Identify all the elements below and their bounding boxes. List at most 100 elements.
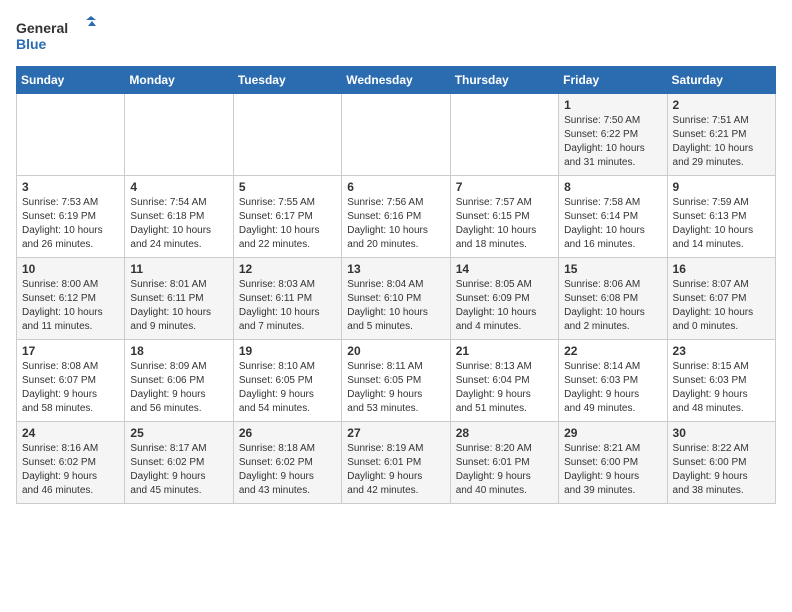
day-number: 8 (564, 180, 661, 194)
day-number: 16 (673, 262, 770, 276)
cell-info: Sunrise: 7:57 AM Sunset: 6:15 PM Dayligh… (456, 196, 553, 252)
calendar-cell (17, 94, 125, 176)
calendar-week-row: 3 Sunrise: 7:53 AM Sunset: 6:19 PM Daylig… (17, 176, 776, 258)
cell-info: Sunrise: 8:20 AM Sunset: 6:01 PM Dayligh… (456, 442, 553, 498)
calendar-week-row: 10 Sunrise: 8:00 AM Sunset: 6:12 PM Dayli… (17, 258, 776, 340)
col-header-thursday: Thursday (450, 67, 558, 94)
calendar-cell: 27Sunrise: 8:19 AM Sunset: 6:01 PM Dayli… (342, 422, 450, 504)
day-number: 12 (239, 262, 336, 276)
page-header: General Blue (16, 16, 776, 58)
calendar-cell (342, 94, 450, 176)
calendar-cell: 13 Sunrise: 8:04 AM Sunset: 6:10 PM Dayli… (342, 258, 450, 340)
calendar-cell: 28 Sunrise: 8:20 AM Sunset: 6:01 PM Dayli… (450, 422, 558, 504)
day-number: 24 (22, 426, 119, 440)
cell-info: Sunrise: 8:08 AM Sunset: 6:07 PM Dayligh… (22, 360, 119, 416)
calendar-cell: 4 Sunrise: 7:54 AM Sunset: 6:18 PM Daylig… (125, 176, 233, 258)
calendar-cell: 29 Sunrise: 8:21 AM Sunset: 6:00 PM Dayli… (559, 422, 667, 504)
calendar-cell: 24 Sunrise: 8:16 AM Sunset: 6:02 PM Dayli… (17, 422, 125, 504)
calendar-table: SundayMondayTuesdayWednesdayThursdayFrid… (16, 66, 776, 504)
cell-info: Sunrise: 8:14 AM Sunset: 6:03 PM Dayligh… (564, 360, 661, 416)
cell-info: Sunrise: 8:00 AM Sunset: 6:12 PM Dayligh… (22, 278, 119, 334)
day-number: 25 (130, 426, 227, 440)
day-number: 27 (347, 426, 444, 440)
day-number: 23 (673, 344, 770, 358)
calendar-cell (233, 94, 341, 176)
cell-info: Sunrise: 7:55 AM Sunset: 6:17 PM Dayligh… (239, 196, 336, 252)
calendar-cell: 19 Sunrise: 8:10 AM Sunset: 6:05 PM Dayli… (233, 340, 341, 422)
calendar-cell: 30Sunrise: 8:22 AM Sunset: 6:00 PM Dayli… (667, 422, 775, 504)
calendar-cell: 2 Sunrise: 7:51 AM Sunset: 6:21 PM Daylig… (667, 94, 775, 176)
cell-info: Sunrise: 7:50 AM Sunset: 6:22 PM Dayligh… (564, 114, 661, 170)
day-number: 26 (239, 426, 336, 440)
calendar-cell: 20 Sunrise: 8:11 AM Sunset: 6:05 PM Dayli… (342, 340, 450, 422)
cell-info: Sunrise: 8:21 AM Sunset: 6:00 PM Dayligh… (564, 442, 661, 498)
calendar-cell: 18Sunrise: 8:09 AM Sunset: 6:06 PM Dayli… (125, 340, 233, 422)
day-number: 9 (673, 180, 770, 194)
col-header-friday: Friday (559, 67, 667, 94)
cell-info: Sunrise: 8:03 AM Sunset: 6:11 PM Dayligh… (239, 278, 336, 334)
cell-info: Sunrise: 7:58 AM Sunset: 6:14 PM Dayligh… (564, 196, 661, 252)
cell-info: Sunrise: 8:15 AM Sunset: 6:03 PM Dayligh… (673, 360, 770, 416)
day-number: 11 (130, 262, 227, 276)
day-number: 21 (456, 344, 553, 358)
day-number: 4 (130, 180, 227, 194)
cell-info: Sunrise: 8:18 AM Sunset: 6:02 PM Dayligh… (239, 442, 336, 498)
svg-text:Blue: Blue (16, 36, 47, 52)
day-number: 2 (673, 98, 770, 112)
col-header-wednesday: Wednesday (342, 67, 450, 94)
calendar-cell: 6Sunrise: 7:56 AM Sunset: 6:16 PM Daylig… (342, 176, 450, 258)
calendar-cell: 16 Sunrise: 8:07 AM Sunset: 6:07 PM Dayli… (667, 258, 775, 340)
calendar-cell: 22 Sunrise: 8:14 AM Sunset: 6:03 PM Dayli… (559, 340, 667, 422)
day-number: 20 (347, 344, 444, 358)
cell-info: Sunrise: 8:17 AM Sunset: 6:02 PM Dayligh… (130, 442, 227, 498)
calendar-cell: 17 Sunrise: 8:08 AM Sunset: 6:07 PM Dayli… (17, 340, 125, 422)
calendar-cell: 23 Sunrise: 8:15 AM Sunset: 6:03 PM Dayli… (667, 340, 775, 422)
cell-info: Sunrise: 8:11 AM Sunset: 6:05 PM Dayligh… (347, 360, 444, 416)
calendar-cell: 3 Sunrise: 7:53 AM Sunset: 6:19 PM Daylig… (17, 176, 125, 258)
day-number: 19 (239, 344, 336, 358)
cell-info: Sunrise: 7:59 AM Sunset: 6:13 PM Dayligh… (673, 196, 770, 252)
calendar-cell: 5 Sunrise: 7:55 AM Sunset: 6:17 PM Daylig… (233, 176, 341, 258)
day-number: 28 (456, 426, 553, 440)
day-number: 13 (347, 262, 444, 276)
day-number: 29 (564, 426, 661, 440)
day-number: 22 (564, 344, 661, 358)
calendar-week-row: 24 Sunrise: 8:16 AM Sunset: 6:02 PM Dayli… (17, 422, 776, 504)
calendar-cell: 12 Sunrise: 8:03 AM Sunset: 6:11 PM Dayli… (233, 258, 341, 340)
calendar-week-row: 1 Sunrise: 7:50 AM Sunset: 6:22 PM Daylig… (17, 94, 776, 176)
cell-info: Sunrise: 8:10 AM Sunset: 6:05 PM Dayligh… (239, 360, 336, 416)
calendar-cell: 25 Sunrise: 8:17 AM Sunset: 6:02 PM Dayli… (125, 422, 233, 504)
calendar-cell (450, 94, 558, 176)
cell-info: Sunrise: 8:04 AM Sunset: 6:10 PM Dayligh… (347, 278, 444, 334)
day-number: 3 (22, 180, 119, 194)
logo-svg: General Blue (16, 16, 96, 58)
cell-info: Sunrise: 7:54 AM Sunset: 6:18 PM Dayligh… (130, 196, 227, 252)
svg-text:General: General (16, 20, 68, 36)
calendar-cell: 21 Sunrise: 8:13 AM Sunset: 6:04 PM Dayli… (450, 340, 558, 422)
day-number: 15 (564, 262, 661, 276)
cell-info: Sunrise: 8:13 AM Sunset: 6:04 PM Dayligh… (456, 360, 553, 416)
cell-info: Sunrise: 8:07 AM Sunset: 6:07 PM Dayligh… (673, 278, 770, 334)
calendar-cell: 7 Sunrise: 7:57 AM Sunset: 6:15 PM Daylig… (450, 176, 558, 258)
col-header-saturday: Saturday (667, 67, 775, 94)
cell-info: Sunrise: 7:51 AM Sunset: 6:21 PM Dayligh… (673, 114, 770, 170)
day-number: 10 (22, 262, 119, 276)
cell-info: Sunrise: 8:01 AM Sunset: 6:11 PM Dayligh… (130, 278, 227, 334)
calendar-cell: 14Sunrise: 8:05 AM Sunset: 6:09 PM Dayli… (450, 258, 558, 340)
cell-info: Sunrise: 7:53 AM Sunset: 6:19 PM Dayligh… (22, 196, 119, 252)
calendar-header-row: SundayMondayTuesdayWednesdayThursdayFrid… (17, 67, 776, 94)
calendar-cell: 26 Sunrise: 8:18 AM Sunset: 6:02 PM Dayli… (233, 422, 341, 504)
cell-info: Sunrise: 8:05 AM Sunset: 6:09 PM Dayligh… (456, 278, 553, 334)
day-number: 5 (239, 180, 336, 194)
day-number: 1 (564, 98, 661, 112)
cell-info: Sunrise: 8:16 AM Sunset: 6:02 PM Dayligh… (22, 442, 119, 498)
day-number: 17 (22, 344, 119, 358)
cell-info: Sunrise: 8:06 AM Sunset: 6:08 PM Dayligh… (564, 278, 661, 334)
calendar-cell: 15 Sunrise: 8:06 AM Sunset: 6:08 PM Dayli… (559, 258, 667, 340)
day-number: 18 (130, 344, 227, 358)
calendar-cell: 11 Sunrise: 8:01 AM Sunset: 6:11 PM Dayli… (125, 258, 233, 340)
day-number: 7 (456, 180, 553, 194)
day-number: 30 (673, 426, 770, 440)
calendar-cell: 10 Sunrise: 8:00 AM Sunset: 6:12 PM Dayli… (17, 258, 125, 340)
col-header-tuesday: Tuesday (233, 67, 341, 94)
